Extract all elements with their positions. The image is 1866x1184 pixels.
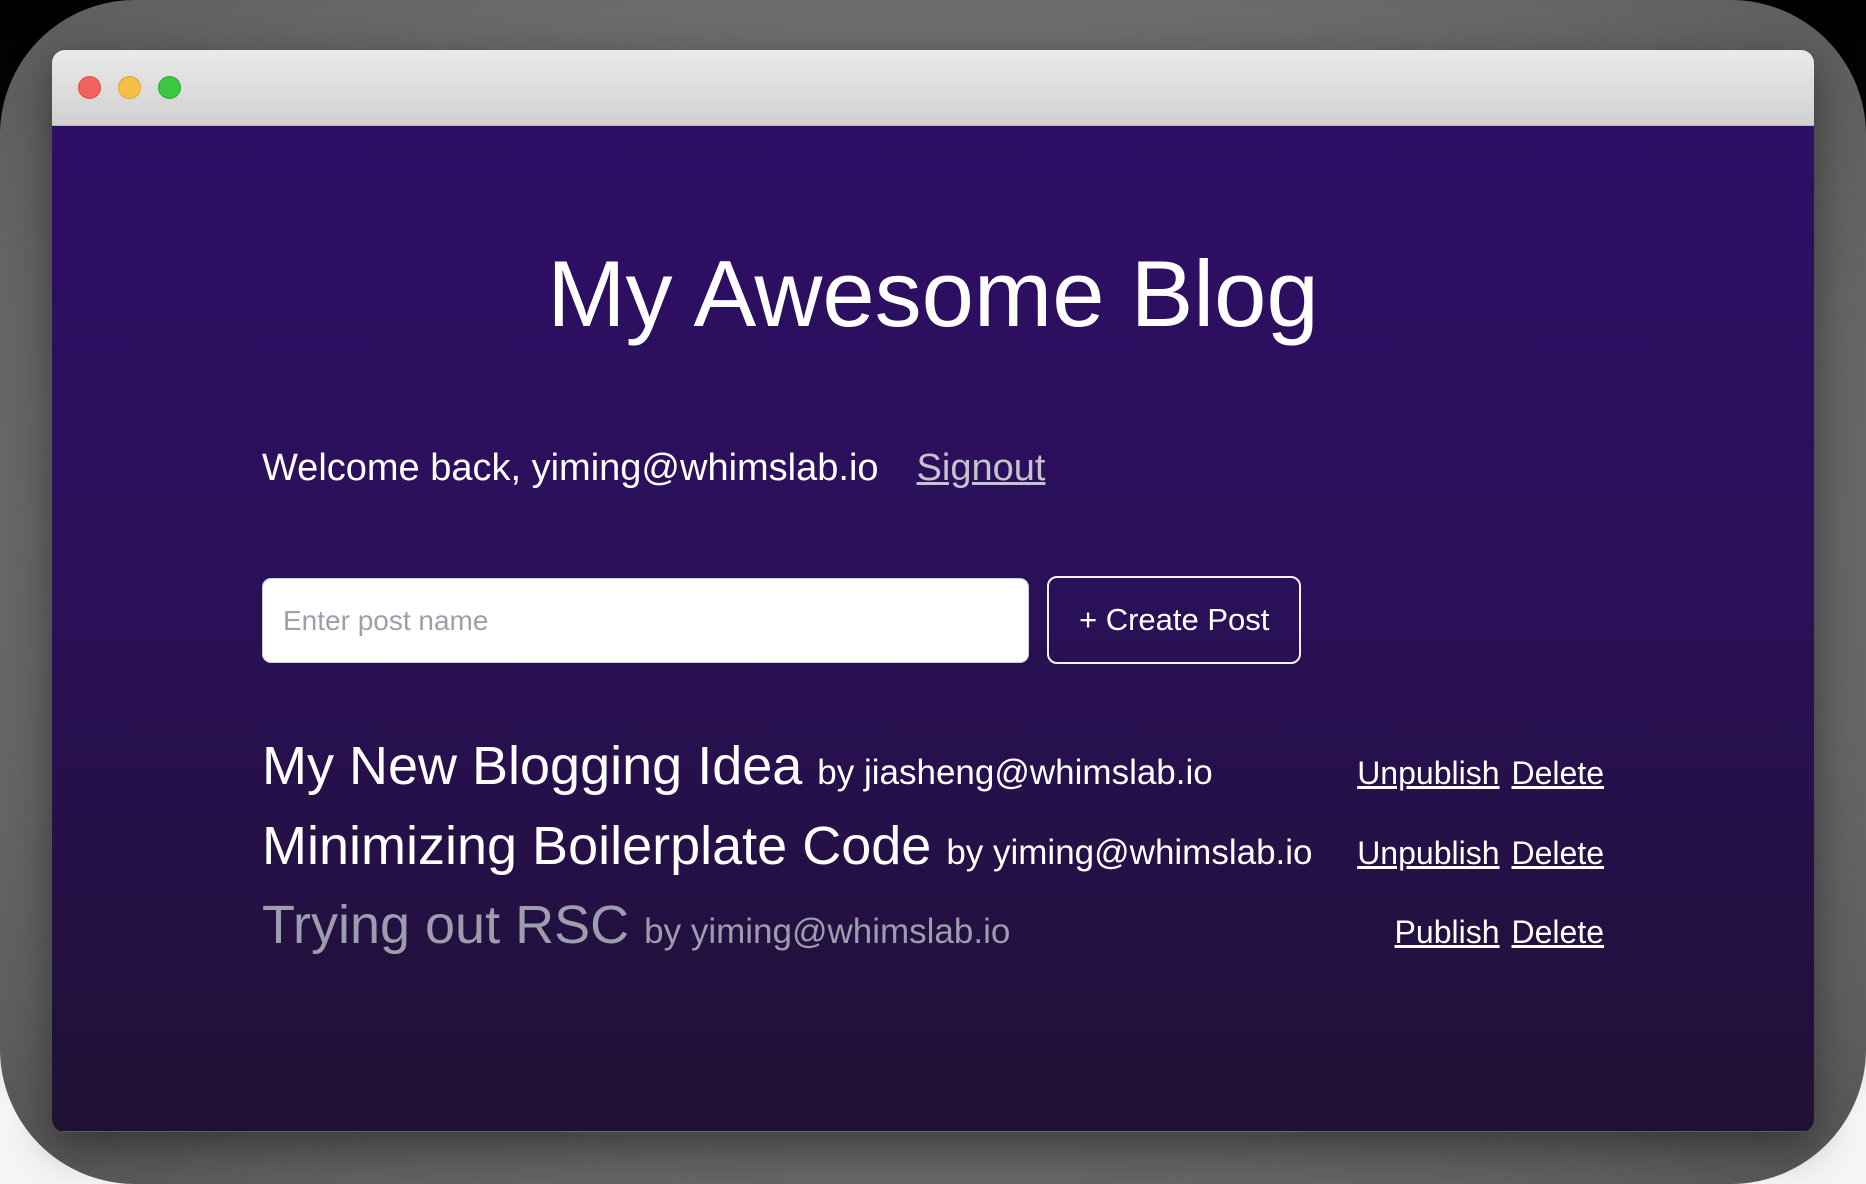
app-window: My Awesome Blog Welcome back, yiming@whi… bbox=[52, 50, 1814, 1132]
post-info: My New Blogging Idea by jiasheng@whimsla… bbox=[262, 738, 1213, 795]
delete-link[interactable]: Delete bbox=[1512, 757, 1605, 791]
post-byline: by yiming@whimslab.io bbox=[946, 834, 1312, 871]
publish-link[interactable]: Publish bbox=[1395, 916, 1500, 950]
post-row: Trying out RSC by yiming@whimslab.io Pub… bbox=[262, 897, 1604, 954]
post-title: Trying out RSC bbox=[262, 897, 629, 954]
post-list: My New Blogging Idea by jiasheng@whimsla… bbox=[262, 738, 1604, 954]
traffic-lights bbox=[78, 76, 181, 99]
delete-link[interactable]: Delete bbox=[1512, 837, 1605, 871]
post-actions: Publish Delete bbox=[1395, 916, 1604, 950]
page-content: My Awesome Blog Welcome back, yiming@whi… bbox=[52, 126, 1814, 1131]
post-title: My New Blogging Idea bbox=[262, 738, 802, 795]
unpublish-link[interactable]: Unpublish bbox=[1357, 837, 1499, 871]
create-post-button[interactable]: + Create Post bbox=[1047, 576, 1301, 664]
post-title: Minimizing Boilerplate Code bbox=[262, 818, 931, 875]
post-name-input[interactable] bbox=[262, 578, 1029, 663]
post-actions: Unpublish Delete bbox=[1357, 757, 1604, 791]
user-bar: Welcome back, yiming@whimslab.io Signout bbox=[262, 447, 1604, 490]
post-row: Minimizing Boilerplate Code by yiming@wh… bbox=[262, 818, 1604, 875]
browser-frame: My Awesome Blog Welcome back, yiming@whi… bbox=[0, 0, 1866, 1184]
welcome-text: Welcome back, yiming@whimslab.io bbox=[262, 447, 879, 490]
post-actions: Unpublish Delete bbox=[1357, 837, 1604, 871]
zoom-button[interactable] bbox=[158, 76, 181, 99]
signout-link[interactable]: Signout bbox=[917, 447, 1046, 490]
close-button[interactable] bbox=[78, 76, 101, 99]
minimize-button[interactable] bbox=[118, 76, 141, 99]
post-byline: by jiasheng@whimslab.io bbox=[817, 754, 1212, 791]
create-post-row: + Create Post bbox=[262, 578, 1604, 664]
post-info: Trying out RSC by yiming@whimslab.io bbox=[262, 897, 1010, 954]
unpublish-link[interactable]: Unpublish bbox=[1357, 757, 1499, 791]
post-info: Minimizing Boilerplate Code by yiming@wh… bbox=[262, 818, 1313, 875]
delete-link[interactable]: Delete bbox=[1512, 916, 1605, 950]
page-title: My Awesome Blog bbox=[262, 242, 1604, 345]
post-byline: by yiming@whimslab.io bbox=[644, 913, 1010, 950]
content-container: My Awesome Blog Welcome back, yiming@whi… bbox=[262, 126, 1604, 954]
post-row: My New Blogging Idea by jiasheng@whimsla… bbox=[262, 738, 1604, 795]
window-titlebar bbox=[52, 50, 1814, 126]
